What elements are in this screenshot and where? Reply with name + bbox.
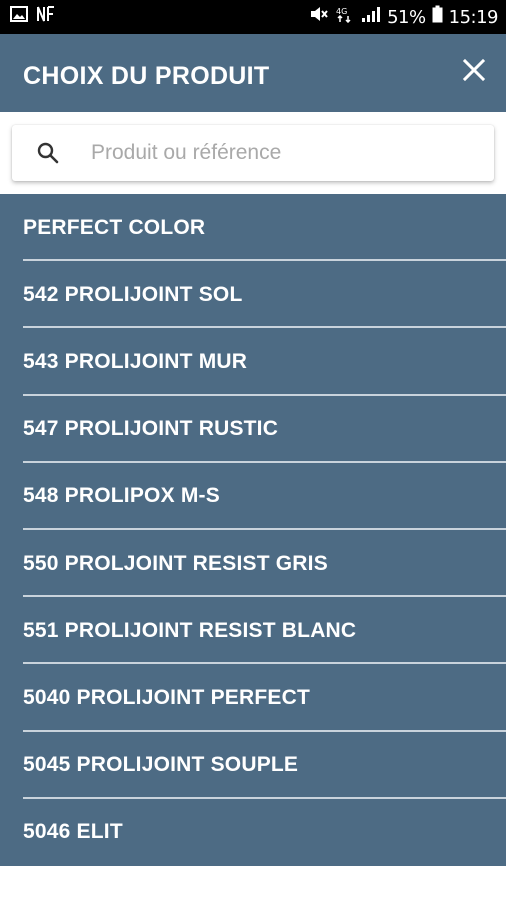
status-time: 15:19 (448, 6, 499, 28)
close-icon (462, 58, 486, 87)
nfc-icon (36, 5, 56, 29)
product-label: PERFECT COLOR (23, 215, 206, 239)
list-item-product[interactable]: 550 PROLJOINT RESIST GRIS (0, 530, 506, 598)
svg-text:4G: 4G (336, 7, 347, 16)
search-icon (34, 139, 62, 167)
product-label: 550 PROLJOINT RESIST GRIS (23, 551, 328, 575)
image-icon (10, 6, 28, 28)
list-item-product[interactable]: 548 PROLIPOX M-S (0, 463, 506, 531)
status-bar: 4G 51% 15:19 (0, 0, 506, 34)
signal-icon (361, 5, 381, 29)
battery-percent: 51% (387, 6, 426, 28)
product-label: 5046 ELIT (23, 820, 123, 844)
page-title: CHOIX DU PRODUIT (23, 62, 270, 90)
battery-icon (432, 5, 443, 29)
mute-icon (309, 5, 329, 29)
product-label: 5045 PROLIJOINT SOUPLE (23, 753, 299, 777)
search-input[interactable] (89, 132, 473, 174)
search-box[interactable] (12, 125, 494, 181)
product-list: PERFECT COLOR 542 PROLIJOINT SOL 543 PRO… (0, 194, 506, 866)
list-item-product[interactable]: 543 PROLIJOINT MUR (0, 328, 506, 396)
list-item-product[interactable]: 5045 PROLIJOINT SOUPLE (0, 732, 506, 799)
list-item-product[interactable]: 547 PROLIJOINT RUSTIC (0, 396, 506, 463)
product-label: 5040 PROLIJOINT PERFECT (23, 685, 311, 709)
product-label: 548 PROLIPOX M-S (23, 484, 220, 508)
search-area (0, 112, 506, 194)
list-item-product[interactable]: 5046 ELIT (0, 799, 506, 866)
product-label: 542 PROLIJOINT SOL (23, 282, 243, 306)
list-item-product[interactable]: PERFECT COLOR (0, 194, 506, 262)
product-label: 543 PROLIJOINT MUR (23, 349, 248, 373)
product-label: 547 PROLIJOINT RUSTIC (23, 417, 279, 441)
product-label: 551 PROLIJOINT RESIST BLANC (23, 618, 357, 642)
status-left (10, 5, 56, 29)
app-header: CHOIX DU PRODUIT (0, 34, 506, 112)
status-right: 4G 51% 15:19 (309, 5, 499, 29)
close-button[interactable] (456, 54, 492, 90)
lte-icon: 4G (335, 5, 355, 29)
list-item-product[interactable]: 5040 PROLIJOINT PERFECT (0, 664, 506, 732)
list-item-product[interactable]: 551 PROLIJOINT RESIST BLANC (0, 597, 506, 665)
list-item-product[interactable]: 542 PROLIJOINT SOL (0, 261, 506, 329)
